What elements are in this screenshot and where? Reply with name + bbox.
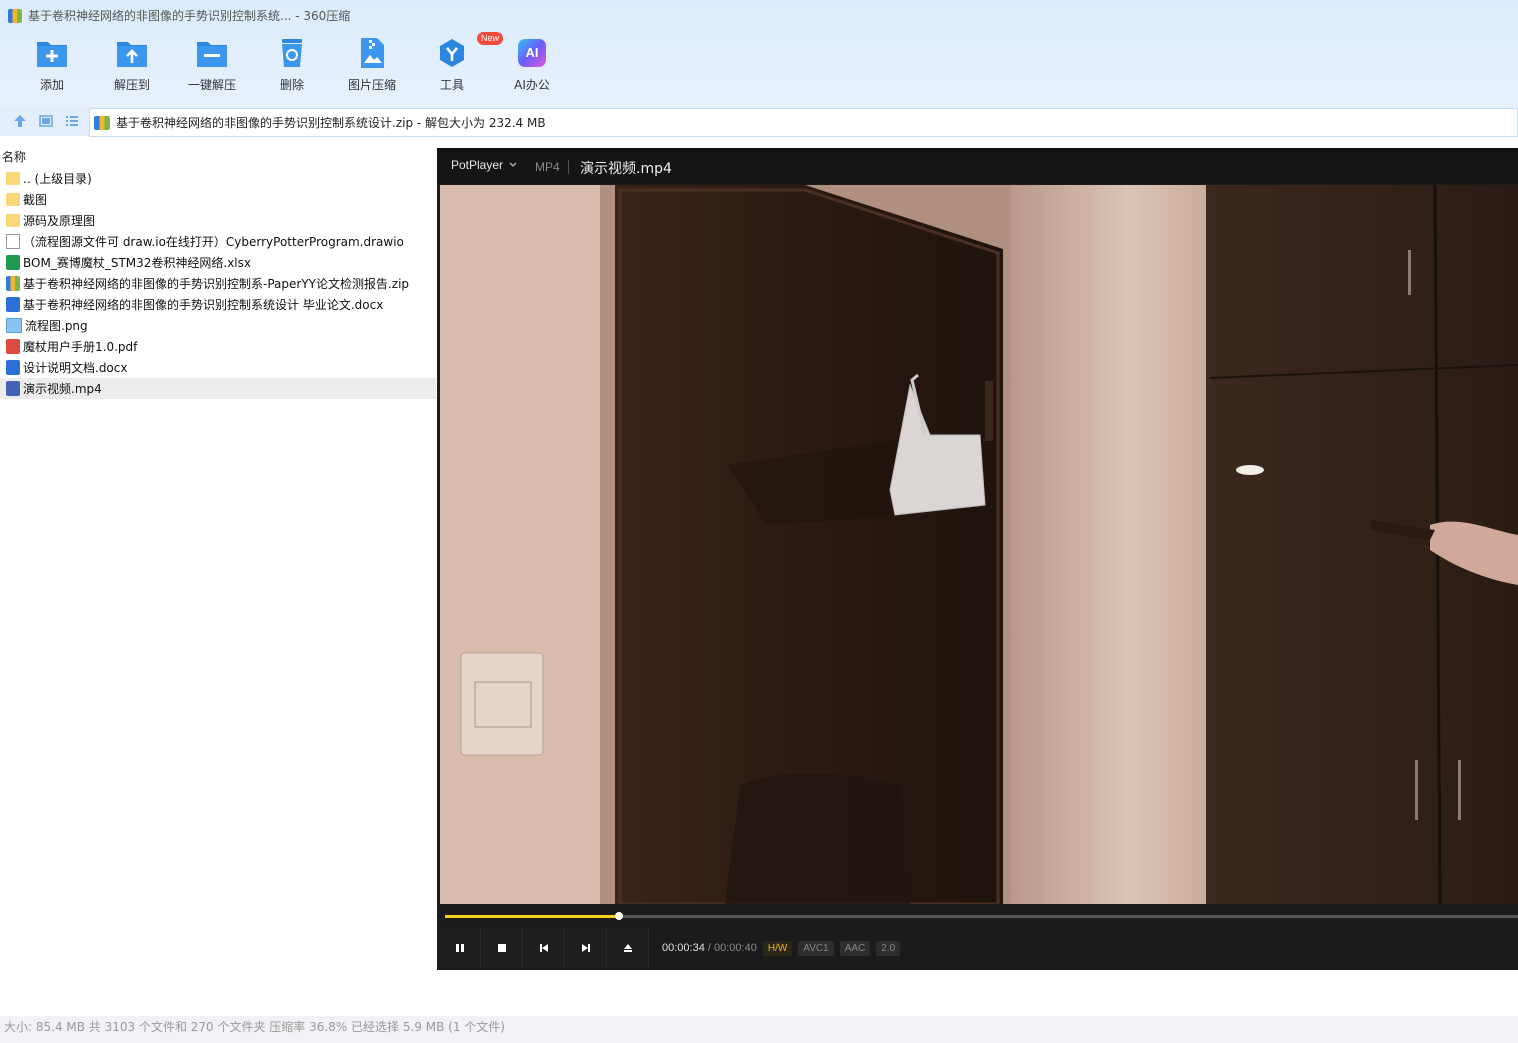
- zip-archive-icon: [94, 115, 110, 130]
- seek-progress: [445, 915, 619, 918]
- stop-button[interactable]: [482, 928, 523, 968]
- player-format: MP4: [535, 160, 560, 174]
- file-list: .. (上级目录) 截图 源码及原理图 （流程图源文件可 draw.io在线打开…: [0, 168, 436, 399]
- seek-bar[interactable]: [445, 912, 1518, 920]
- video-file-icon: [6, 381, 20, 396]
- skip-back-icon: [540, 944, 548, 952]
- pause-icon: [456, 944, 464, 952]
- image-compress-label: 图片压缩: [347, 78, 396, 92]
- column-header-name[interactable]: 名称: [2, 148, 26, 165]
- tools-button[interactable]: New 工具: [412, 32, 504, 102]
- app-logo-icon: [8, 9, 22, 23]
- pdf-file-icon: [6, 339, 20, 354]
- ai-office-label: AI办公: [514, 78, 550, 92]
- folder-icon: [6, 172, 20, 185]
- player-titlebar: PotPlayer MP4 演示视频.mp4: [437, 150, 1518, 184]
- add-label: 添加: [39, 78, 64, 92]
- chevron-down-icon: [509, 162, 517, 167]
- excel-file-icon: [6, 255, 20, 270]
- title-divider: [568, 160, 569, 174]
- delete-button[interactable]: 删除: [252, 36, 332, 102]
- list-item[interactable]: 魔杖用户手册1.0.pdf: [0, 336, 436, 357]
- one-click-extract-icon: [195, 36, 229, 70]
- list-item[interactable]: 设计说明文档.docx: [0, 357, 436, 378]
- thumbnail-view-icon[interactable]: [38, 113, 54, 129]
- next-button[interactable]: [566, 928, 607, 968]
- time-separator: /: [707, 942, 711, 954]
- image-compress-icon: [355, 36, 389, 70]
- status-bar: 大小: 85.4 MB 共 3103 个文件和 270 个文件夹 压缩率 36.…: [0, 1016, 1518, 1043]
- eject-icon: [624, 944, 632, 952]
- list-item[interactable]: 流程图.png: [0, 315, 436, 336]
- extract-to-button[interactable]: 解压到: [92, 36, 172, 102]
- audio-codec-badge[interactable]: AAC: [839, 940, 871, 956]
- one-click-extract-button[interactable]: 一键解压: [172, 36, 252, 102]
- folder-icon: [6, 193, 20, 206]
- audio-channels-badge[interactable]: 2.0: [876, 940, 901, 956]
- add-icon: [35, 36, 69, 70]
- list-item[interactable]: .. (上级目录): [0, 168, 436, 189]
- video-player: PotPlayer MP4 演示视频.mp4 00:00:34 / 00:00:…: [437, 148, 1518, 970]
- player-app-name: PotPlayer: [451, 158, 504, 172]
- pause-button[interactable]: [440, 928, 481, 968]
- extract-to-label: 解压到: [113, 78, 150, 92]
- list-item-selected[interactable]: 演示视频.mp4: [0, 378, 436, 399]
- add-button[interactable]: 添加: [12, 36, 92, 102]
- delete-icon: [275, 36, 309, 70]
- previous-button[interactable]: [524, 928, 565, 968]
- extract-to-icon: [115, 36, 149, 70]
- time-display: 00:00:34 / 00:00:40: [662, 942, 757, 954]
- list-item[interactable]: 截图: [0, 189, 436, 210]
- video-codec-badge[interactable]: AVC1: [798, 940, 834, 956]
- list-item[interactable]: 源码及原理图: [0, 210, 436, 231]
- player-controls: 00:00:34 / 00:00:40 H/W AVC1 AAC 2.0: [440, 928, 1518, 968]
- address-bar: 基于卷积神经网络的非图像的手势识别控制系统设计.zip - 解包大小为 232.…: [0, 107, 1518, 137]
- ai-office-button[interactable]: AI AI办公: [492, 36, 572, 102]
- ai-office-icon: AI: [515, 36, 549, 70]
- folder-icon: [6, 214, 20, 227]
- video-frame-image: [440, 185, 1518, 904]
- delete-label: 删除: [279, 78, 304, 92]
- toolbar: 添加 解压到 一键解压 删除 图片压缩 New 工具 AI AI办公: [12, 32, 572, 102]
- word-file-icon: [6, 297, 20, 312]
- window-title-text: 基于卷积神经网络的非图像的手势识别控制系统... - 360压缩: [28, 9, 351, 23]
- one-click-extract-label: 一键解压: [187, 78, 236, 92]
- list-item[interactable]: 基于卷积神经网络的非图像的手势识别控制系-PaperYY论文检测报告.zip: [0, 273, 436, 294]
- player-menu-button[interactable]: PotPlayer: [451, 158, 517, 172]
- list-item[interactable]: 基于卷积神经网络的非图像的手势识别控制系统设计 毕业论文.docx: [0, 294, 436, 315]
- address-field[interactable]: 基于卷积神经网络的非图像的手势识别控制系统设计.zip - 解包大小为 232.…: [89, 108, 1518, 137]
- stop-icon: [498, 944, 506, 952]
- player-filename: 演示视频.mp4: [580, 161, 672, 177]
- ai-glyph: AI: [518, 39, 546, 67]
- up-arrow-icon[interactable]: [12, 113, 28, 129]
- list-item[interactable]: BOM_赛博魔杖_STM32卷积神经网络.xlsx: [0, 252, 436, 273]
- hw-decode-badge[interactable]: H/W: [762, 940, 793, 956]
- address-path: 基于卷积神经网络的非图像的手势识别控制系统设计.zip - 解包大小为 232.…: [116, 116, 546, 130]
- window-header: 基于卷积神经网络的非图像的手势识别控制系统... - 360压缩 添加 解压到 …: [0, 0, 1518, 107]
- word-file-icon: [6, 360, 20, 375]
- image-file-icon: [6, 318, 22, 333]
- total-time: 00:00:40: [714, 942, 757, 954]
- list-view-icon[interactable]: [64, 113, 80, 129]
- tools-icon: New: [435, 32, 504, 70]
- image-compress-button[interactable]: 图片压缩: [332, 36, 412, 102]
- list-item[interactable]: （流程图源文件可 draw.io在线打开）CyberryPotterProgra…: [0, 231, 436, 252]
- window-title: 基于卷积神经网络的非图像的手势识别控制系统... - 360压缩: [8, 0, 350, 32]
- current-time: 00:00:34: [662, 942, 705, 954]
- eject-button[interactable]: [608, 928, 649, 968]
- seek-handle[interactable]: [614, 912, 623, 920]
- skip-forward-icon: [582, 944, 590, 952]
- file-icon: [6, 234, 20, 249]
- tools-label: 工具: [439, 78, 464, 92]
- zip-file-icon: [6, 276, 20, 291]
- video-frame[interactable]: [440, 185, 1518, 904]
